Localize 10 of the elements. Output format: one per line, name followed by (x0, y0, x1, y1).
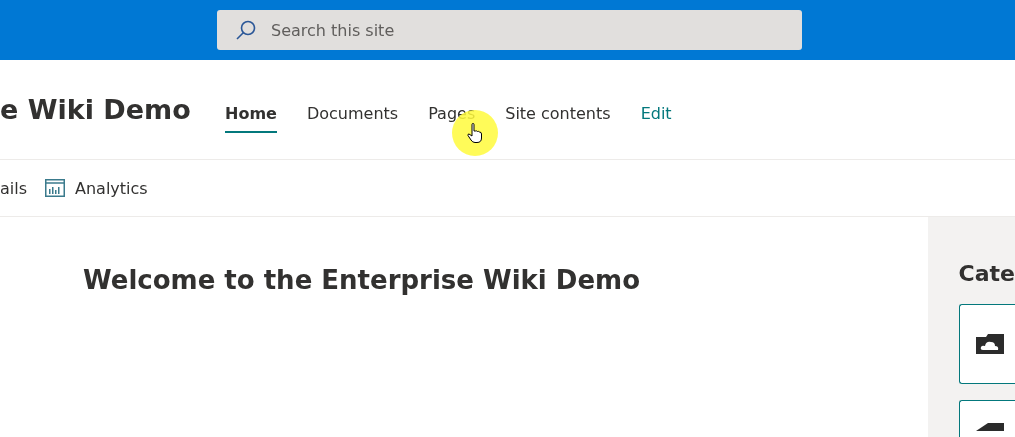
site-title: e Wiki Demo (0, 94, 192, 125)
search-field[interactable]: Search this site (217, 10, 802, 50)
analytics-button[interactable]: Analytics (45, 178, 148, 198)
nav-link[interactable]: Edit (640, 96, 672, 133)
panel-title: Cate (958, 261, 1015, 286)
nav-link[interactable]: Documents (306, 96, 399, 133)
page-heading: Welcome to the Enterprise Wiki Demo (83, 265, 641, 295)
nav-link[interactable]: Home (225, 96, 277, 133)
nav-link[interactable]: Site contents (505, 96, 611, 133)
toolbar-link[interactable]: ails (0, 178, 28, 198)
